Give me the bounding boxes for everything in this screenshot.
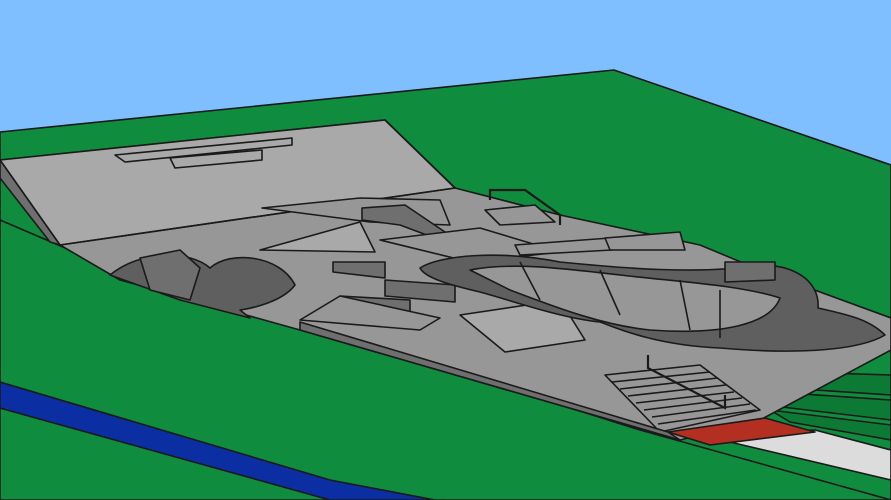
bowl-coping-right xyxy=(724,261,776,283)
skatepark-scene xyxy=(0,0,891,500)
